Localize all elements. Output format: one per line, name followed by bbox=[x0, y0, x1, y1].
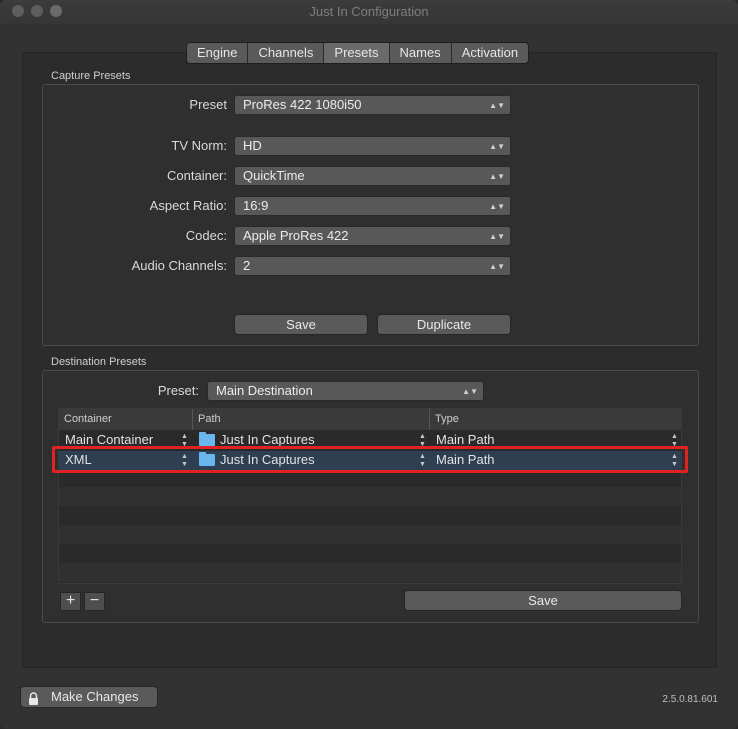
destination-table: Container Path Type Main Container ▲ ▼ Ju… bbox=[58, 408, 682, 584]
remove-row-button[interactable]: − bbox=[84, 592, 105, 611]
tab-engine[interactable]: Engine bbox=[187, 43, 249, 63]
tab-channels[interactable]: Channels bbox=[248, 43, 325, 63]
add-row-button[interactable]: + bbox=[60, 592, 81, 611]
audio-channels-label: Audio Channels: bbox=[131, 258, 227, 273]
destination-save-button[interactable]: Save bbox=[404, 590, 682, 611]
table-header: Container Path Type bbox=[59, 409, 681, 431]
codec-label: Codec: bbox=[185, 228, 227, 243]
lock-icon bbox=[28, 691, 39, 705]
row-type-cell[interactable]: Main Path bbox=[436, 432, 495, 446]
up-down-arrows-icon[interactable]: ▲ ▼ bbox=[181, 431, 188, 447]
up-down-arrows-icon[interactable]: ▲ ▼ bbox=[671, 431, 678, 447]
window-title: Just In Configuration bbox=[309, 4, 429, 19]
audio-channels-popup[interactable]: 2 ▲▼ bbox=[234, 256, 511, 276]
codec-value: Apple ProRes 422 bbox=[243, 228, 349, 243]
audio-channels-value: 2 bbox=[243, 258, 251, 273]
folder-icon bbox=[199, 432, 215, 446]
tab-activation[interactable]: Activation bbox=[452, 43, 528, 63]
up-down-arrows-icon: ▲▼ bbox=[489, 171, 505, 181]
destination-preset-label: Preset: bbox=[157, 383, 199, 398]
empty-row bbox=[59, 506, 681, 525]
preset-label: Preset bbox=[189, 97, 227, 112]
tab-names[interactable]: Names bbox=[390, 43, 452, 63]
up-down-arrows-icon: ▲▼ bbox=[489, 100, 505, 110]
column-divider[interactable] bbox=[192, 409, 193, 430]
version-label: 2.5.0.81.601 bbox=[662, 694, 718, 705]
column-header-type[interactable]: Type bbox=[435, 413, 459, 425]
capture-preset-popup[interactable]: ProRes 422 1080i50 ▲▼ bbox=[234, 95, 511, 115]
title-bar: Just In Configuration bbox=[0, 0, 738, 24]
empty-row bbox=[59, 544, 681, 563]
empty-row bbox=[59, 563, 681, 582]
aspect-ratio-popup[interactable]: 16:9 ▲▼ bbox=[234, 196, 511, 216]
column-header-path[interactable]: Path bbox=[198, 413, 221, 425]
column-divider[interactable] bbox=[429, 409, 430, 430]
up-down-arrows-icon: ▲▼ bbox=[462, 386, 478, 396]
capture-save-button[interactable]: Save bbox=[234, 314, 368, 335]
destination-preset-value: Main Destination bbox=[216, 383, 313, 398]
column-header-container[interactable]: Container bbox=[64, 413, 112, 425]
make-changes-label: Make Changes bbox=[51, 689, 139, 704]
tab-bar: Engine Channels Presets Names Activation bbox=[186, 42, 530, 64]
up-down-arrows-icon[interactable]: ▲ ▼ bbox=[419, 431, 426, 447]
duplicate-button[interactable]: Duplicate bbox=[377, 314, 511, 335]
row-container-cell[interactable]: Main Container bbox=[65, 432, 153, 446]
configuration-window: Just In Configuration Engine Channels Pr… bbox=[0, 0, 738, 729]
destination-presets-label: Destination Presets bbox=[51, 356, 147, 368]
capture-presets-label: Capture Presets bbox=[51, 70, 131, 82]
capture-preset-value: ProRes 422 1080i50 bbox=[243, 97, 362, 112]
tab-presets[interactable]: Presets bbox=[324, 43, 390, 63]
destination-preset-popup[interactable]: Main Destination ▲▼ bbox=[207, 381, 484, 401]
selection-highlight-box bbox=[52, 446, 688, 473]
tv-norm-popup[interactable]: HD ▲▼ bbox=[234, 136, 511, 156]
up-down-arrows-icon: ▲▼ bbox=[489, 231, 505, 241]
container-value: QuickTime bbox=[243, 168, 305, 183]
codec-popup[interactable]: Apple ProRes 422 ▲▼ bbox=[234, 226, 511, 246]
row-path-cell[interactable]: Just In Captures bbox=[220, 432, 315, 446]
aspect-ratio-label: Aspect Ratio: bbox=[149, 198, 227, 213]
make-changes-button[interactable]: Make Changes bbox=[20, 686, 158, 708]
container-popup[interactable]: QuickTime ▲▼ bbox=[234, 166, 511, 186]
tv-norm-label: TV Norm: bbox=[171, 138, 227, 153]
empty-row bbox=[59, 487, 681, 506]
empty-row bbox=[59, 525, 681, 544]
up-down-arrows-icon: ▲▼ bbox=[489, 261, 505, 271]
up-down-arrows-icon: ▲▼ bbox=[489, 141, 505, 151]
container-label: Container: bbox=[167, 168, 227, 183]
aspect-ratio-value: 16:9 bbox=[243, 198, 269, 213]
table-row[interactable]: Main Container ▲ ▼ Just In Captures ▲ ▼ Ma… bbox=[59, 431, 681, 446]
tv-norm-value: HD bbox=[243, 138, 262, 153]
up-down-arrows-icon: ▲▼ bbox=[489, 201, 505, 211]
